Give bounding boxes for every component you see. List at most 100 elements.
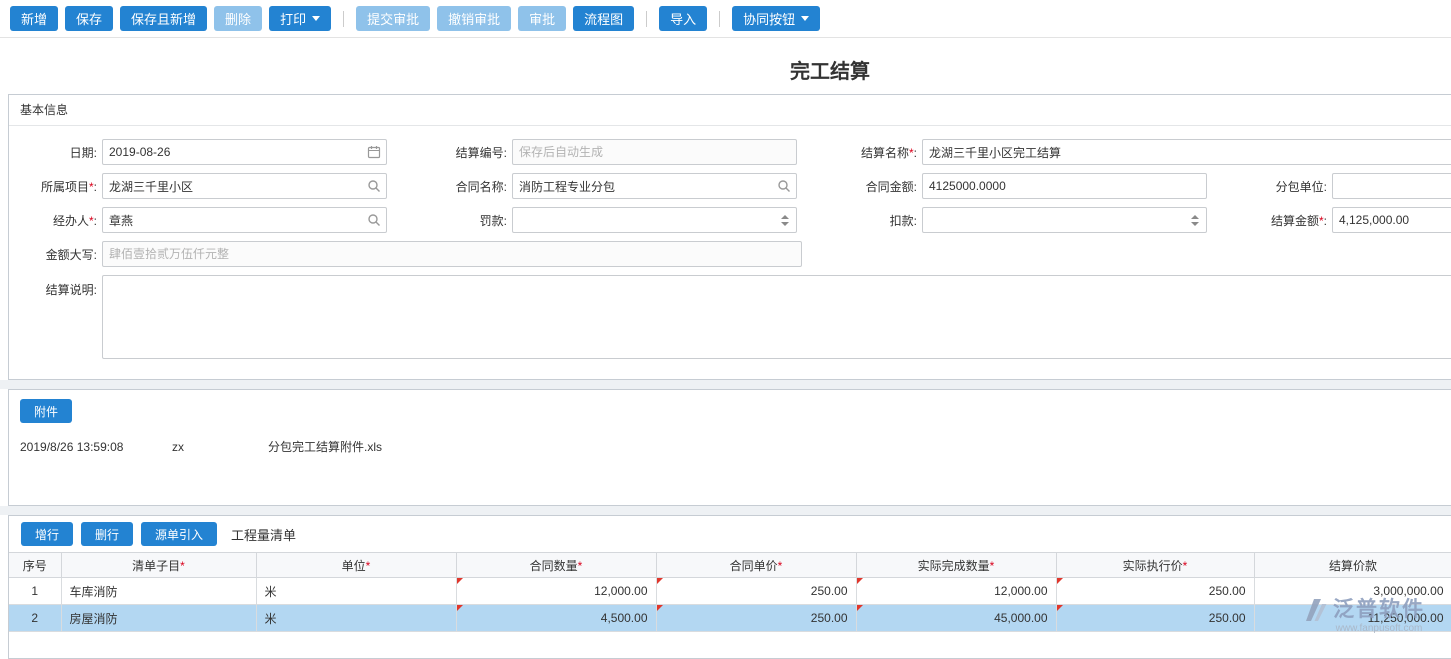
page: 新增 保存 保存且新增 删除 打印 提交审批 撤销审批 审批 流程图 导入 协同…: [0, 0, 1451, 659]
toolbar-separator: [343, 11, 344, 27]
date-field[interactable]: [102, 139, 387, 165]
col-header-unit[interactable]: 单位*: [256, 553, 456, 578]
add-row-button[interactable]: 增行: [21, 522, 73, 546]
amount-in-words-field: [102, 241, 802, 267]
collaboration-button[interactable]: 协同按钮: [732, 6, 820, 31]
settlement-no-label: 结算编号:: [387, 144, 512, 161]
cell-contract-qty[interactable]: 4,500.00: [456, 605, 656, 632]
print-button[interactable]: 打印: [269, 6, 331, 31]
detail-table: 序号 清单子目* 单位* 合同数量* 合同单价* 实际完成数量* 实际执行价* …: [9, 552, 1451, 632]
table-header-row: 序号 清单子目* 单位* 合同数量* 合同单价* 实际完成数量* 实际执行价* …: [9, 553, 1451, 578]
form-row: 结算说明:: [10, 275, 1451, 359]
panel-gap: [0, 380, 1451, 389]
cell-actual-price[interactable]: 250.00: [1056, 578, 1254, 605]
new-button[interactable]: 新增: [10, 6, 58, 31]
subcontractor-field[interactable]: [1332, 173, 1451, 199]
import-button[interactable]: 导入: [659, 6, 707, 31]
cell-contract-qty[interactable]: 12,000.00: [456, 578, 656, 605]
delete-button[interactable]: 删除: [214, 6, 262, 31]
date-label: 日期:: [10, 144, 102, 161]
project-input[interactable]: [103, 174, 362, 198]
settlement-amount-field[interactable]: [1332, 207, 1451, 233]
col-header-actual-qty[interactable]: 实际完成数量*: [856, 553, 1056, 578]
settlement-name-field[interactable]: [922, 139, 1451, 165]
cell-no[interactable]: 1: [9, 578, 61, 605]
date-input[interactable]: [103, 140, 362, 164]
amount-in-words-input: [103, 242, 801, 266]
calendar-icon[interactable]: [362, 145, 386, 159]
search-icon[interactable]: [362, 179, 386, 193]
settlement-amount-input[interactable]: [1333, 208, 1451, 232]
stepper-down-icon[interactable]: [1191, 222, 1199, 226]
submit-approval-button[interactable]: 提交审批: [356, 6, 430, 31]
detail-panel: 增行 删行 源单引入 工程量清单 序号 清单子目* 单位* 合同数量* 合同单价…: [8, 515, 1451, 659]
cancel-approval-button[interactable]: 撤销审批: [437, 6, 511, 31]
contract-name-field[interactable]: [512, 173, 797, 199]
number-stepper[interactable]: [776, 215, 793, 226]
cell-item[interactable]: 车库消防: [61, 578, 256, 605]
number-stepper[interactable]: [1186, 215, 1203, 226]
approve-button[interactable]: 审批: [518, 6, 566, 31]
deduction-label: 扣款:: [797, 212, 922, 229]
penalty-field[interactable]: [512, 207, 797, 233]
table-row[interactable]: 1 车库消防 米 12,000.00 250.00 12,000.00 250.…: [9, 578, 1451, 605]
edited-cell-marker: [457, 605, 463, 611]
contract-amount-input[interactable]: [923, 174, 1206, 198]
toolbar-group-import: 导入: [659, 6, 707, 31]
cell-item[interactable]: 房屋消防: [61, 605, 256, 632]
source-import-button[interactable]: 源单引入: [141, 522, 217, 546]
stepper-up-icon[interactable]: [781, 215, 789, 219]
col-header-item[interactable]: 清单子目*: [61, 553, 256, 578]
amount-in-words-label: 金额大写:: [10, 246, 102, 263]
attachment-time: 2019/8/26 13:59:08: [20, 440, 172, 454]
settlement-no-input: [513, 140, 796, 164]
search-icon[interactable]: [772, 179, 796, 193]
cell-actual-qty[interactable]: 12,000.00: [856, 578, 1056, 605]
stepper-down-icon[interactable]: [781, 222, 789, 226]
subcontractor-input[interactable]: [1333, 174, 1451, 198]
table-row[interactable]: 2 房屋消防 米 4,500.00 250.00 45,000.00 250.0…: [9, 605, 1451, 632]
contract-amount-field[interactable]: [922, 173, 1207, 199]
col-header-contract-qty[interactable]: 合同数量*: [456, 553, 656, 578]
settlement-note-textarea[interactable]: [102, 275, 1451, 359]
delete-row-button[interactable]: 删行: [81, 522, 133, 546]
basic-info-panel: 基本信息 日期: 结算编号: 结算名称*:: [8, 94, 1451, 380]
col-header-settlement[interactable]: 结算价款: [1254, 553, 1451, 578]
edited-cell-marker: [857, 578, 863, 584]
save-button[interactable]: 保存: [65, 6, 113, 31]
attachment-item[interactable]: 2019/8/26 13:59:08 zx 分包完工结算附件.xls: [20, 438, 1451, 455]
cell-unit[interactable]: 米: [256, 578, 456, 605]
settlement-note-label: 结算说明:: [10, 275, 102, 298]
basic-info-form: 日期: 结算编号: 结算名称*: 所属项目*:: [9, 126, 1451, 379]
page-title: 完工结算: [0, 38, 1451, 84]
cell-contract-price[interactable]: 250.00: [656, 578, 856, 605]
search-icon[interactable]: [362, 213, 386, 227]
attachments-button[interactable]: 附件: [20, 399, 72, 423]
section-title: 基本信息: [20, 103, 68, 117]
penalty-label: 罚款:: [387, 212, 512, 229]
cell-actual-qty[interactable]: 45,000.00: [856, 605, 1056, 632]
title-bar: 完工结算: [0, 38, 1451, 94]
flowchart-button[interactable]: 流程图: [573, 6, 634, 31]
cell-actual-price[interactable]: 250.00: [1056, 605, 1254, 632]
deduction-input[interactable]: [923, 208, 1186, 232]
cell-settlement[interactable]: 11,250,000.00: [1254, 605, 1451, 632]
contract-name-input[interactable]: [513, 174, 772, 198]
stepper-up-icon[interactable]: [1191, 215, 1199, 219]
handler-input[interactable]: [103, 208, 362, 232]
attachment-filename[interactable]: 分包完工结算附件.xls: [268, 438, 382, 455]
cell-unit[interactable]: 米: [256, 605, 456, 632]
cell-no[interactable]: 2: [9, 605, 61, 632]
col-header-actual-price[interactable]: 实际执行价*: [1056, 553, 1254, 578]
deduction-field[interactable]: [922, 207, 1207, 233]
settlement-name-input[interactable]: [923, 140, 1451, 164]
save-and-new-button[interactable]: 保存且新增: [120, 6, 207, 31]
penalty-input[interactable]: [513, 208, 776, 232]
cell-contract-price[interactable]: 250.00: [656, 605, 856, 632]
project-field[interactable]: [102, 173, 387, 199]
cell-settlement[interactable]: 3,000,000.00: [1254, 578, 1451, 605]
col-header-contract-price[interactable]: 合同单价*: [656, 553, 856, 578]
handler-field[interactable]: [102, 207, 387, 233]
handler-label: 经办人*:: [10, 212, 102, 229]
col-header-no[interactable]: 序号: [9, 553, 61, 578]
